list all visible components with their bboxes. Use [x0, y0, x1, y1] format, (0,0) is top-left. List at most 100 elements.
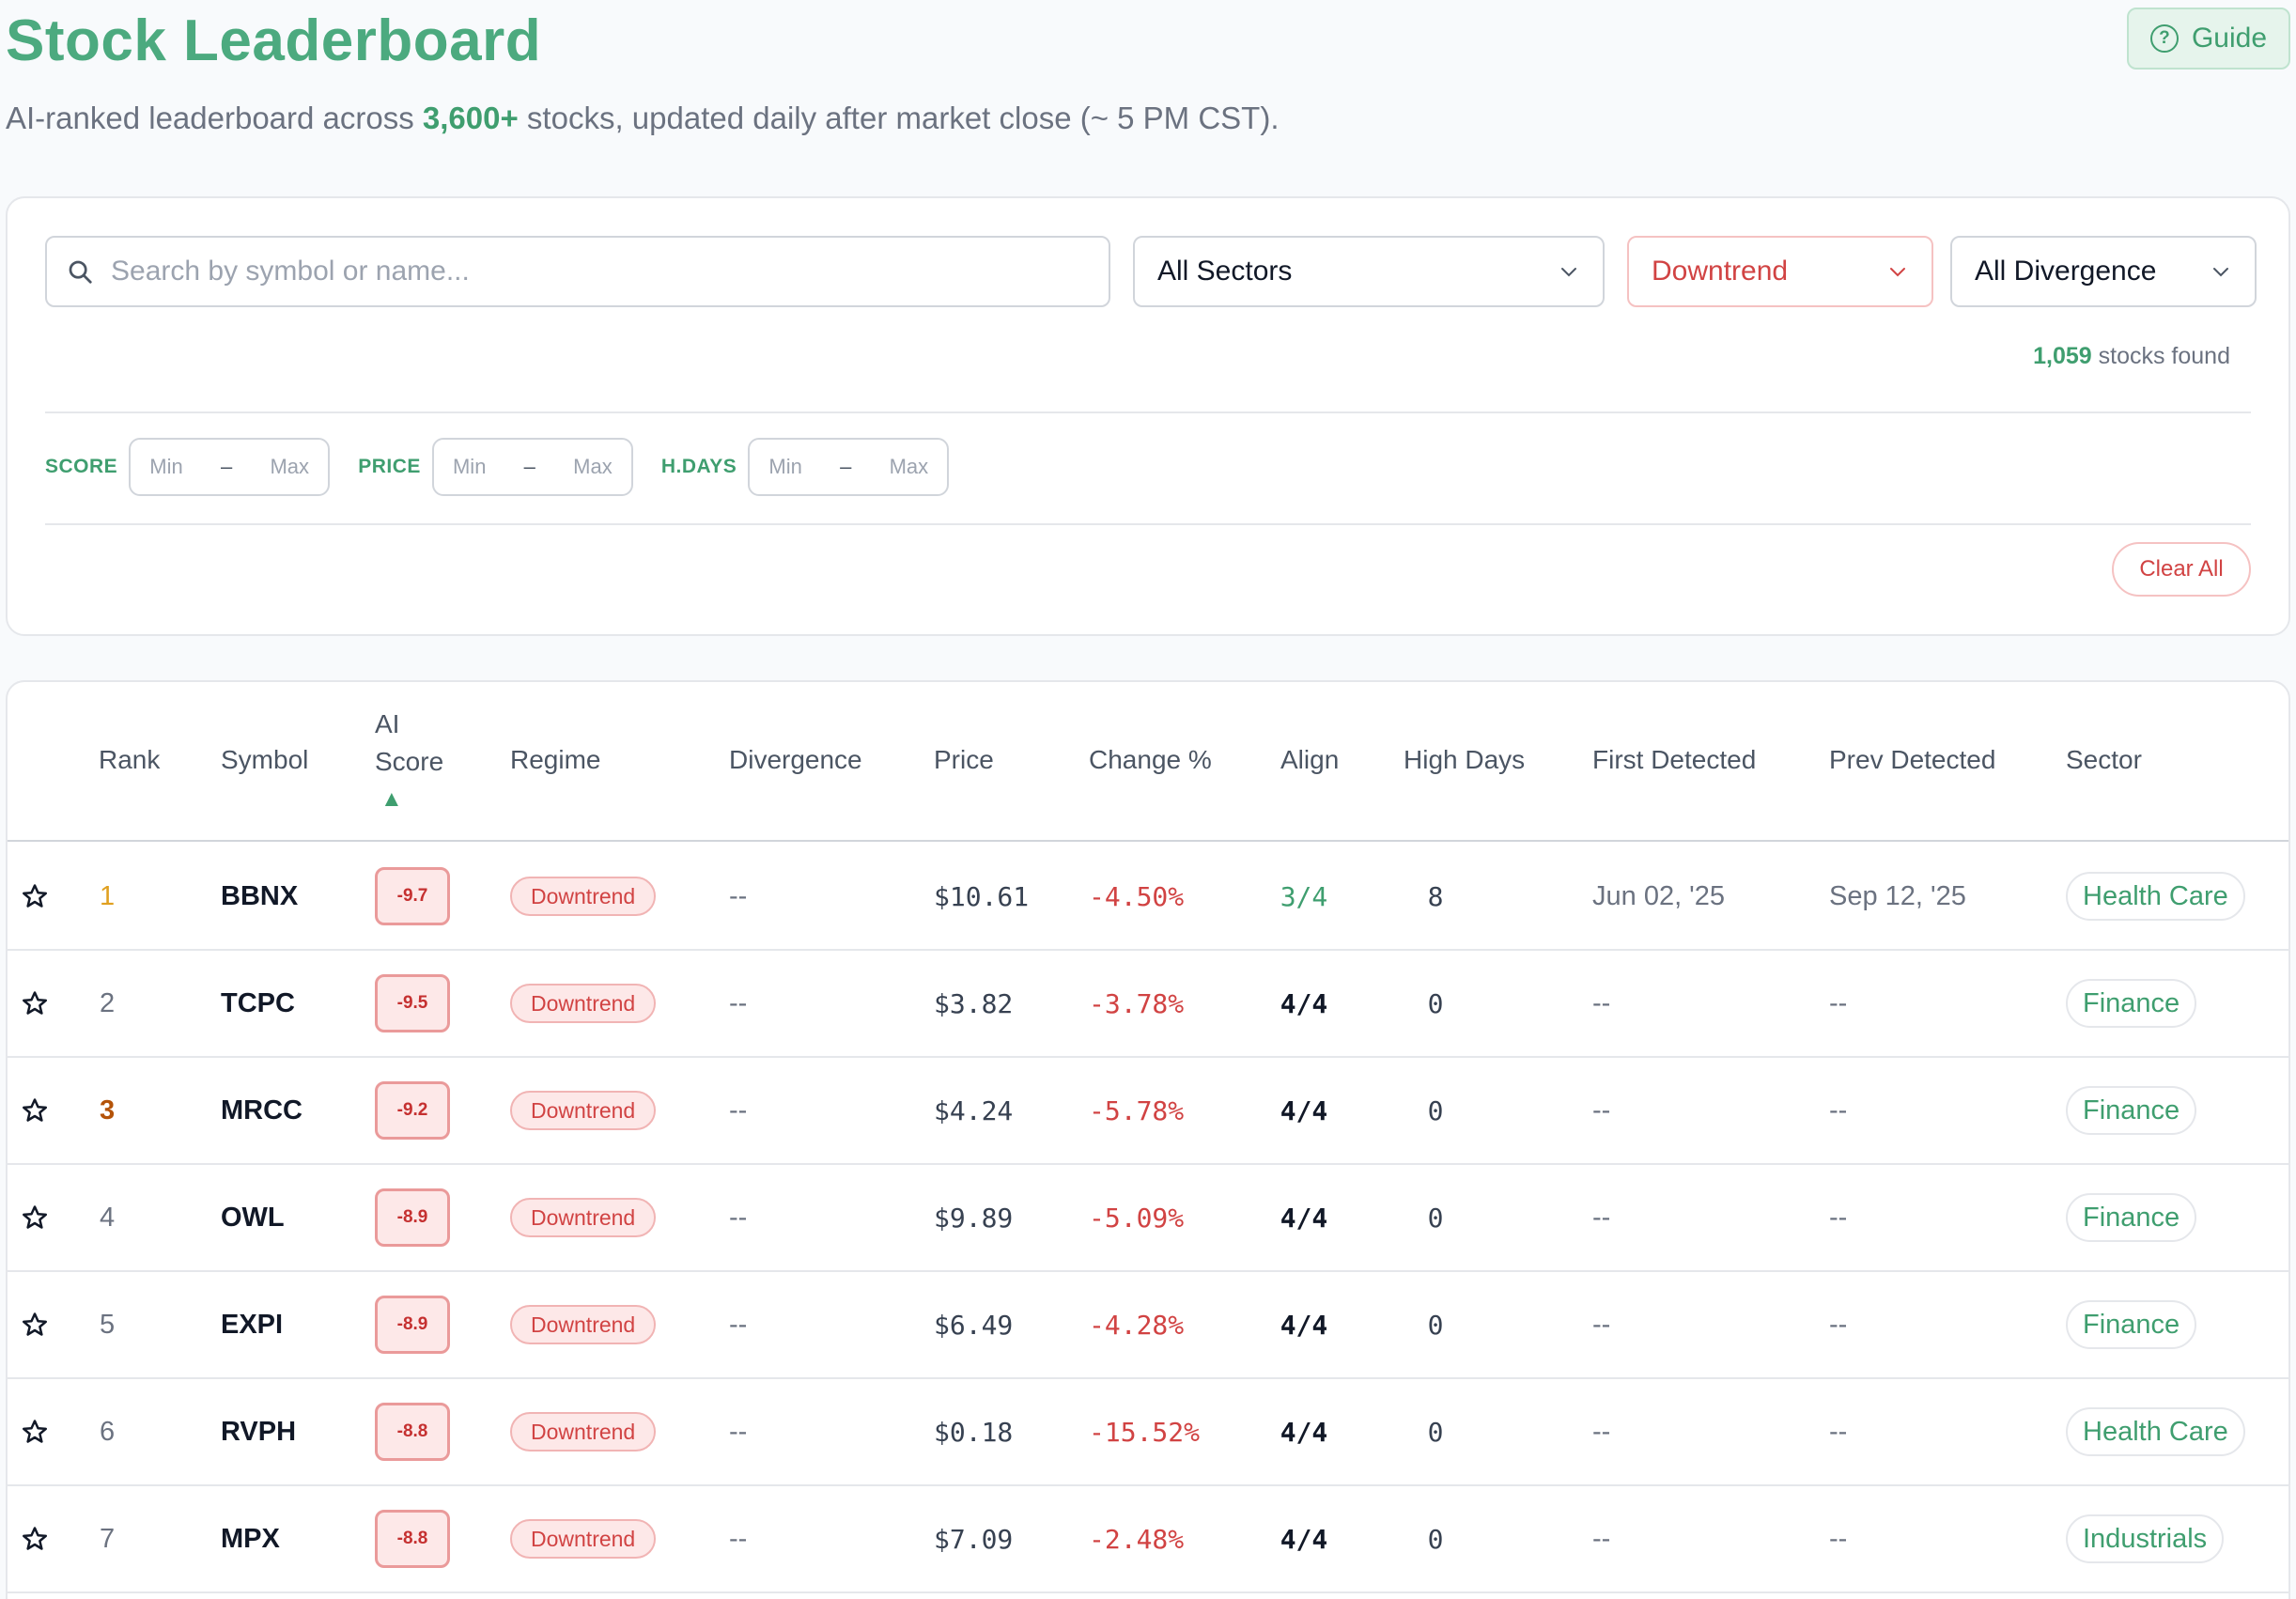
column-header-rank[interactable]: Rank — [99, 741, 160, 779]
column-header-high-days[interactable]: High Days — [1404, 741, 1525, 779]
ai-score-cell: -8.8 — [375, 1486, 450, 1591]
first-detected-cell: -- — [1592, 1416, 1611, 1447]
table-row[interactable]: 1 BBNX -9.7 Downtrend -- $10.61 -4.50% 3… — [8, 844, 2288, 951]
column-header-divergence[interactable]: Divergence — [729, 741, 862, 779]
watchlist-star-button[interactable] — [21, 1272, 58, 1377]
column-header-regime[interactable]: Regime — [510, 741, 600, 779]
sector-badge: Health Care — [2066, 1407, 2245, 1456]
hdays-max-input[interactable]: Max — [890, 455, 929, 479]
regime-select[interactable]: Downtrend — [1627, 236, 1933, 307]
score-max-input[interactable]: Max — [270, 455, 309, 479]
symbol-cell[interactable]: MRCC — [221, 1058, 303, 1163]
ai-score-badge: -8.9 — [375, 1188, 450, 1247]
ai-score-badge: -9.5 — [375, 974, 450, 1032]
ai-score-cell: -8.8 — [375, 1379, 450, 1484]
rank-cell: 4 — [100, 1202, 116, 1233]
change-cell: -15.52% — [1089, 1416, 1201, 1448]
divergence-select[interactable]: All Divergence — [1950, 236, 2257, 307]
range-dash: – — [220, 455, 233, 478]
high-days-cell: 0 — [1427, 1202, 1444, 1234]
regime-badge: Downtrend — [510, 877, 657, 916]
table-row[interactable]: 2 TCPC -9.5 Downtrend -- $3.82 -3.78% 4/… — [8, 951, 2288, 1058]
chevron-down-icon — [1561, 268, 1576, 277]
rank-cell: 5 — [100, 1309, 116, 1340]
symbol-cell[interactable]: RVPH — [221, 1379, 296, 1484]
table-row[interactable]: 4 OWL -8.9 Downtrend -- $9.89 -5.09% 4/4… — [8, 1165, 2288, 1272]
rank-cell: 3 — [100, 1094, 116, 1126]
search-input[interactable] — [111, 256, 1069, 287]
score-range-input[interactable]: Min – Max — [129, 438, 331, 496]
regime-cell: Downtrend — [510, 1379, 657, 1484]
score-min-input[interactable]: Min — [149, 455, 182, 479]
table-header: Rank Symbol AI Score ▲ Regime Divergence… — [8, 682, 2288, 842]
symbol-cell[interactable]: BBNX — [221, 844, 298, 949]
column-header-align[interactable]: Align — [1280, 741, 1339, 779]
column-header-ai-score[interactable]: AI Score ▲ — [375, 706, 443, 818]
align-cell: 4/4 — [1280, 987, 1328, 1019]
hdays-min-input[interactable]: Min — [768, 455, 801, 479]
sector-select[interactable]: All Sectors — [1133, 236, 1605, 307]
score-range-label: SCORE — [45, 456, 118, 477]
sector-badge: Industrials — [2066, 1514, 2225, 1563]
watchlist-star-button[interactable] — [21, 1486, 58, 1591]
divergence-select-value: All Divergence — [1975, 256, 2157, 287]
table-row[interactable]: 7 MPX -8.8 Downtrend -- $7.09 -2.48% 4/4… — [8, 1486, 2288, 1593]
column-header-price[interactable]: Price — [934, 741, 994, 779]
column-header-symbol[interactable]: Symbol — [221, 741, 308, 779]
ai-score-badge: -8.9 — [375, 1296, 450, 1354]
change-cell: -4.50% — [1089, 880, 1185, 912]
divergence-cell: -- — [729, 1309, 748, 1340]
change-cell: -2.48% — [1089, 1523, 1185, 1555]
rank-cell: 7 — [100, 1523, 116, 1554]
search-box[interactable] — [45, 236, 1110, 307]
table-row[interactable]: 6 RVPH -8.8 Downtrend -- $0.18 -15.52% 4… — [8, 1379, 2288, 1486]
guide-button[interactable]: ? Guide — [2127, 8, 2290, 70]
divergence-cell: -- — [729, 1416, 748, 1447]
watchlist-star-button[interactable] — [21, 951, 58, 1056]
leaderboard-table: Rank Symbol AI Score ▲ Regime Divergence… — [6, 680, 2290, 1599]
align-cell: 4/4 — [1280, 1094, 1328, 1126]
prev-detected-cell: -- — [1829, 987, 1848, 1018]
price-cell: $0.18 — [934, 1416, 1014, 1448]
symbol-cell[interactable]: TCPC — [221, 951, 295, 1056]
table-row[interactable]: 3 MRCC -9.2 Downtrend -- $4.24 -5.78% 4/… — [8, 1058, 2288, 1165]
rank-cell: 2 — [100, 987, 116, 1018]
sector-badge: Health Care — [2066, 872, 2245, 921]
ai-score-badge: -9.2 — [375, 1081, 450, 1140]
table-row[interactable]: 5 EXPI -8.9 Downtrend -- $6.49 -4.28% 4/… — [8, 1272, 2288, 1379]
sector-cell: Health Care — [2066, 844, 2245, 949]
change-cell: -3.78% — [1089, 987, 1185, 1019]
range-dash: – — [523, 455, 535, 478]
column-header-change[interactable]: Change % — [1089, 741, 1212, 779]
regime-badge: Downtrend — [510, 1519, 657, 1559]
clear-all-button[interactable]: Clear All — [2112, 542, 2251, 597]
ai-score-header-line2: Score — [375, 747, 444, 776]
align-cell: 4/4 — [1280, 1416, 1328, 1448]
prev-detected-cell: -- — [1829, 1309, 1848, 1340]
ai-score-cell: -9.7 — [375, 844, 450, 949]
symbol-cell[interactable]: OWL — [221, 1165, 285, 1270]
price-range-input[interactable]: Min – Max — [431, 438, 633, 496]
first-detected-cell: -- — [1592, 987, 1611, 1018]
symbol-cell[interactable]: MPX — [221, 1486, 280, 1591]
sector-select-value: All Sectors — [1157, 256, 1293, 287]
column-header-sector[interactable]: Sector — [2066, 741, 2142, 779]
ai-score-cell: -9.2 — [375, 1058, 450, 1163]
symbol-cell[interactable]: EXPI — [221, 1272, 283, 1377]
star-outline-icon — [22, 1420, 47, 1443]
ai-score-badge: -9.7 — [375, 867, 450, 925]
filter-panel: All Sectors Downtrend All Divergence 1,0… — [6, 196, 2290, 636]
price-min-input[interactable]: Min — [453, 455, 486, 479]
watchlist-star-button[interactable] — [21, 1165, 58, 1270]
watchlist-star-button[interactable] — [21, 1379, 58, 1484]
watchlist-star-button[interactable] — [21, 1058, 58, 1163]
column-header-first-detected[interactable]: First Detected — [1592, 741, 1756, 779]
column-header-prev-detected[interactable]: Prev Detected — [1829, 741, 1995, 779]
watchlist-star-button[interactable] — [21, 844, 58, 949]
price-max-input[interactable]: Max — [573, 455, 613, 479]
hdays-range-input[interactable]: Min – Max — [748, 438, 950, 496]
star-outline-icon — [22, 1312, 47, 1336]
search-icon — [69, 260, 92, 284]
results-count-suffix: stocks found — [2091, 343, 2230, 369]
star-outline-icon — [22, 1205, 47, 1229]
